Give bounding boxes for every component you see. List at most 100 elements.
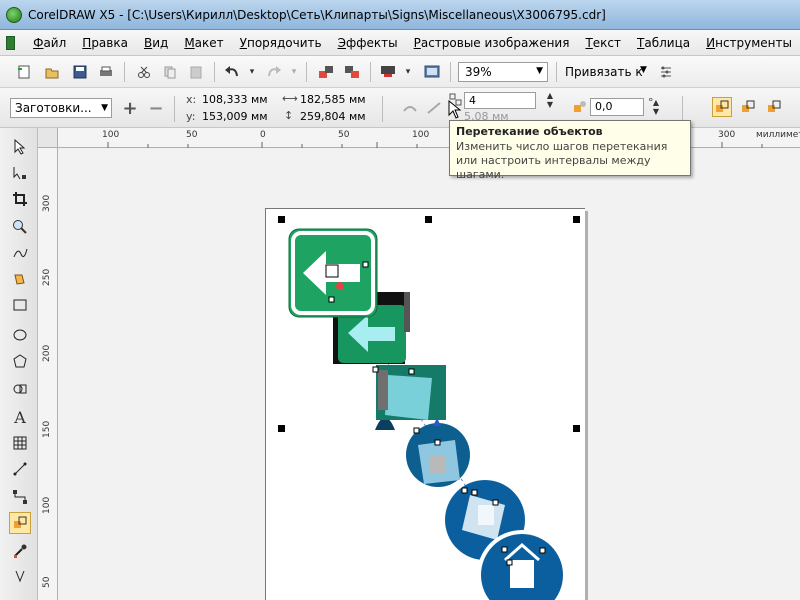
preset-dropdown[interactable]: Заготовки... ▼ <box>10 98 112 118</box>
new-document-icon[interactable] <box>14 62 34 82</box>
polygon-tool-icon[interactable] <box>9 350 31 372</box>
blend-tool-icon[interactable] <box>9 512 31 534</box>
blend-direction-icon[interactable] <box>400 98 420 118</box>
window-title: CorelDRAW X5 - [C:\Users\Кирилл\Desktop\… <box>28 7 606 22</box>
coreldraw-app-icon <box>6 6 22 23</box>
snap-options-icon[interactable] <box>656 62 676 82</box>
height-icon: ↕ <box>284 109 294 122</box>
menu-arrange[interactable]: Упорядочить <box>232 34 330 52</box>
pick-tool-icon[interactable] <box>9 136 31 158</box>
ruler-tick-label: 100 <box>42 496 52 514</box>
selection-handle[interactable] <box>425 216 432 223</box>
menu-layout[interactable]: Макет <box>176 34 231 52</box>
zoom-level-dropdown[interactable]: 39% ▼ <box>458 62 548 82</box>
toolbar-separator <box>124 62 125 82</box>
x-position-label: x: <box>186 93 197 106</box>
blend-steps-tooltip: Перетекание объектов Изменить число шаго… <box>449 120 691 181</box>
ruler-tick-label: 300 <box>42 194 52 212</box>
ruler-tick-label: 100 <box>412 130 430 140</box>
color-blend-counterclockwise-icon[interactable] <box>764 97 784 117</box>
color-blend-direct-icon[interactable] <box>712 97 732 117</box>
toolbar-separator <box>382 96 383 122</box>
toolbar-separator <box>682 96 683 122</box>
ruler-origin-icon[interactable] <box>38 128 58 148</box>
paste-icon[interactable] <box>186 62 206 82</box>
blend-path-icon[interactable] <box>424 98 444 118</box>
width-field[interactable]: 182,585 мм <box>296 92 370 109</box>
ruler-tick-label: 200 <box>42 344 52 362</box>
selection-handle[interactable] <box>278 216 285 223</box>
tooltip-body: Изменить число шагов перетекания или нас… <box>456 140 668 181</box>
undo-icon[interactable] <box>222 62 242 82</box>
open-folder-icon[interactable] <box>42 62 62 82</box>
menu-view[interactable]: Вид <box>136 34 176 52</box>
cut-icon[interactable] <box>134 62 154 82</box>
add-preset-icon[interactable]: + <box>120 98 140 119</box>
degree-symbol: ° <box>648 96 654 109</box>
text-tool-icon[interactable]: A <box>9 406 31 428</box>
connector-tool-icon[interactable] <box>9 486 31 508</box>
ruler-tick-label: 50 <box>42 576 52 588</box>
welcome-screen-icon[interactable] <box>422 62 442 82</box>
freehand-tool-icon[interactable] <box>9 242 31 264</box>
copy-icon[interactable] <box>160 62 180 82</box>
menu-effects[interactable]: Эффекты <box>330 34 406 52</box>
export-icon[interactable] <box>342 62 362 82</box>
toolbar-separator <box>450 62 451 82</box>
selection-handle[interactable] <box>573 425 580 432</box>
selection-handle[interactable] <box>278 425 285 432</box>
ellipse-tool-icon[interactable] <box>9 324 31 346</box>
menu-tools[interactable]: Инструменты <box>698 34 800 52</box>
standard-toolbar: ▾ ▾ ▾ <box>0 56 800 88</box>
outline-tool-icon[interactable] <box>9 566 31 588</box>
table-tool-icon[interactable] <box>9 432 31 454</box>
x-position-field[interactable]: 108,333 мм <box>198 92 272 109</box>
zoom-tool-icon[interactable] <box>9 216 31 238</box>
vertical-ruler[interactable]: 300 250 200 150 100 50 <box>38 148 58 600</box>
eyedropper-tool-icon[interactable] <box>9 540 31 562</box>
rectangle-tool-icon[interactable] <box>9 294 31 316</box>
basic-shapes-tool-icon[interactable] <box>9 378 31 400</box>
redo-icon[interactable] <box>264 62 284 82</box>
blend-rotation-value: 0,0 <box>595 100 613 113</box>
height-field[interactable]: 259,804 мм <box>296 109 370 126</box>
toolbox: A <box>0 128 38 600</box>
menu-bitmaps[interactable]: Растровые изображения <box>406 34 578 52</box>
menu-text[interactable]: Текст <box>577 34 629 52</box>
shape-tool-icon[interactable] <box>9 162 31 184</box>
menu-file[interactable]: Файл <box>25 34 74 52</box>
ruler-unit-label: миллиметры <box>756 130 800 140</box>
remove-preset-icon[interactable]: − <box>146 98 166 119</box>
save-icon[interactable] <box>70 62 90 82</box>
application-launcher-icon[interactable] <box>378 62 398 82</box>
preset-label: Заготовки... <box>15 101 92 115</box>
blend-steps-field[interactable]: 4 <box>464 92 536 109</box>
import-icon[interactable] <box>316 62 336 82</box>
selection-handle[interactable] <box>573 216 580 223</box>
steps-spinner-icon[interactable]: ▲ ▼ <box>540 90 560 110</box>
crop-tool-icon[interactable] <box>9 188 31 210</box>
toolbar-separator <box>214 62 215 82</box>
y-position-label: y: <box>186 110 196 123</box>
document-icon[interactable] <box>6 35 16 50</box>
tooltip-title: Перетекание объектов <box>456 125 603 138</box>
menu-edit[interactable]: Правка <box>74 34 136 52</box>
print-icon[interactable] <box>96 62 116 82</box>
undo-dropdown-icon[interactable]: ▾ <box>242 62 262 82</box>
y-position-field[interactable]: 153,009 мм <box>198 109 272 126</box>
document-page[interactable] <box>265 208 585 600</box>
ruler-tick-label: 50 <box>186 130 198 140</box>
color-blend-clockwise-icon[interactable] <box>738 97 758 117</box>
parallel-dimension-tool-icon[interactable] <box>9 458 31 480</box>
snap-to-dropdown-icon[interactable]: ▼ <box>640 65 647 75</box>
toolbar-separator <box>370 62 371 82</box>
ruler-tick-label: 0 <box>260 130 266 140</box>
zoom-level-value: 39% <box>465 65 492 79</box>
ruler-tick-label: 150 <box>42 420 52 438</box>
smart-fill-tool-icon[interactable] <box>9 268 31 290</box>
menu-table[interactable]: Таблица <box>629 34 698 52</box>
blend-rotation-field[interactable]: 0,0 <box>590 98 644 116</box>
redo-dropdown-icon[interactable]: ▾ <box>284 62 304 82</box>
snap-to-button[interactable]: Привязать к <box>565 65 643 79</box>
launcher-dropdown-icon[interactable]: ▾ <box>398 62 418 82</box>
